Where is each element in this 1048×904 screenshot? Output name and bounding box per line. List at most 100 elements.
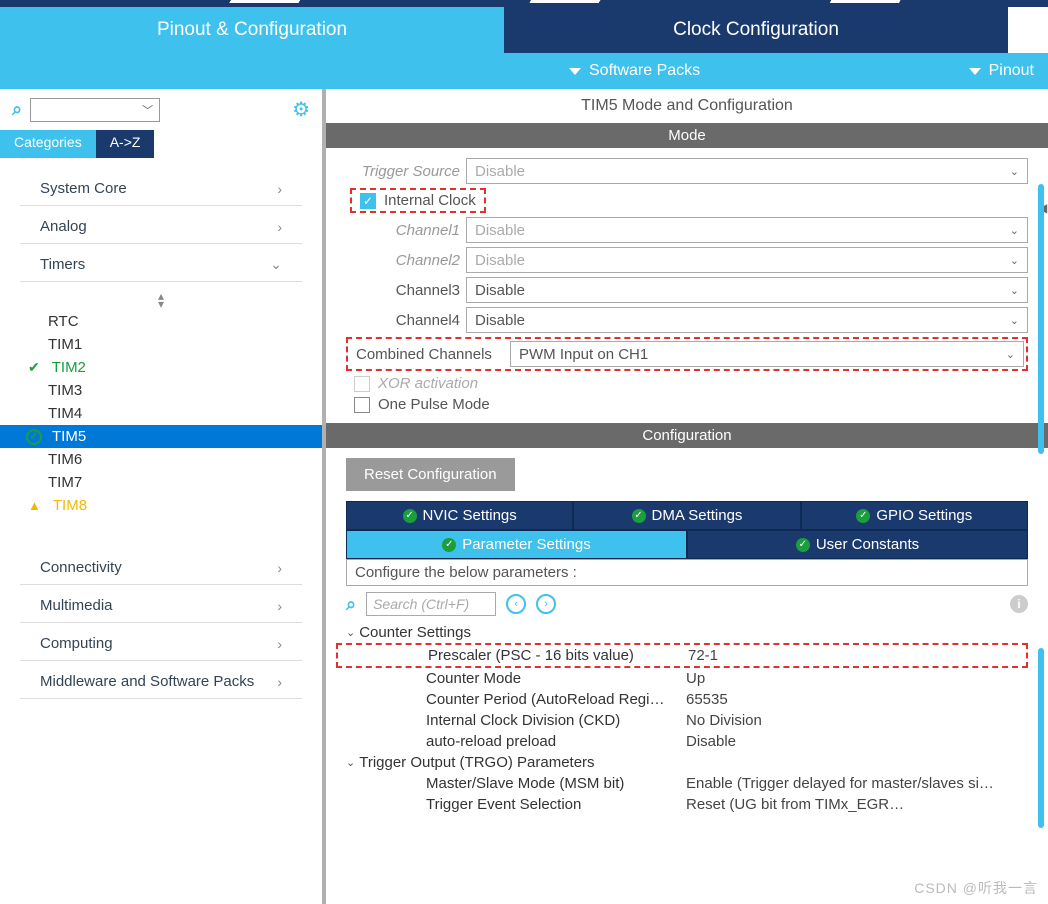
category-connectivity[interactable]: Connectivity› — [20, 551, 302, 585]
mode-area: Trigger Source Disable⌄ ✓ Internal Clock… — [326, 148, 1048, 423]
channel3-row: Channel3 Disable⌄ — [346, 277, 1028, 303]
sort-handle[interactable]: ▴▾ — [0, 290, 322, 310]
scrollbar[interactable] — [1038, 184, 1044, 454]
internal-clock-checkbox[interactable]: ✓ — [360, 193, 376, 209]
chevron-down-icon: ⌄ — [1010, 254, 1019, 267]
trgo-group[interactable]: ⌄Trigger Output (TRGO) Parameters — [346, 752, 1028, 773]
chevron-down-icon: ⌄ — [1006, 348, 1015, 361]
channel1-select[interactable]: Disable⌄ — [466, 217, 1028, 243]
panel-title: TIM5 Mode and Configuration — [326, 89, 1048, 123]
timer-tim7[interactable]: TIM7 — [0, 471, 322, 494]
tab-nvic-settings[interactable]: ✓NVIC Settings — [346, 501, 573, 530]
tab-parameter-settings[interactable]: ✓Parameter Settings — [346, 530, 687, 559]
tab-clock-configuration[interactable]: Clock Configuration — [504, 7, 1008, 53]
chevron-right-icon: › — [277, 674, 282, 690]
prev-result-button[interactable]: ‹ — [506, 594, 526, 614]
internal-clock-label: Internal Clock — [384, 192, 476, 209]
config-tabs: ✓NVIC Settings ✓DMA Settings ✓GPIO Setti… — [346, 501, 1028, 559]
preload-row[interactable]: auto-reload preloadDisable — [346, 731, 1028, 752]
prescaler-highlight: Prescaler (PSC - 16 bits value)72-1 — [336, 643, 1028, 668]
chevron-down-icon: ⌄ — [1010, 165, 1019, 178]
timer-tim6[interactable]: TIM6 — [0, 448, 322, 471]
internal-clock-row: ✓ Internal Clock — [346, 188, 1028, 213]
category-analog[interactable]: Analog› — [20, 210, 302, 244]
scrollbar[interactable] — [1038, 648, 1044, 828]
search-icon: ⌕ — [12, 99, 22, 120]
tes-row[interactable]: Trigger Event SelectionReset (UG bit fro… — [346, 794, 1028, 815]
category-multimedia[interactable]: Multimedia› — [20, 589, 302, 623]
tab-user-constants[interactable]: ✓User Constants — [687, 530, 1028, 559]
chevron-down-icon: ⌄ — [346, 756, 355, 769]
one-pulse-label: One Pulse Mode — [378, 396, 490, 413]
parameter-tree: ⌄Counter Settings Prescaler (PSC - 16 bi… — [346, 622, 1028, 815]
reset-configuration-button[interactable]: Reset Configuration — [346, 458, 515, 491]
ckd-row[interactable]: Internal Clock Division (CKD)No Division — [346, 710, 1028, 731]
trigger-source-row: Trigger Source Disable⌄ — [346, 158, 1028, 184]
check-icon: ✓ — [632, 509, 646, 523]
trigger-source-label: Trigger Source — [346, 163, 466, 180]
config-section-header: Configuration — [326, 423, 1048, 448]
chevron-right-icon: › — [277, 219, 282, 235]
chevron-down-icon: ⌄ — [1010, 224, 1019, 237]
one-pulse-row: One Pulse Mode — [346, 396, 1028, 413]
chevron-down-icon: ﹀ — [142, 102, 153, 118]
category-middleware[interactable]: Middleware and Software Packs› — [20, 665, 302, 699]
counter-mode-row[interactable]: Counter ModeUp — [346, 668, 1028, 689]
chevron-right-icon: › — [277, 181, 282, 197]
tab-dma-settings[interactable]: ✓DMA Settings — [573, 501, 800, 530]
tab-pinout-configuration[interactable]: Pinout & Configuration — [0, 7, 504, 53]
timer-tim4[interactable]: TIM4 — [0, 402, 322, 425]
combined-channels-highlight: Combined Channels PWM Input on CH1⌄ — [346, 337, 1028, 371]
chevron-down-icon: ⌄ — [270, 256, 282, 273]
channel2-select[interactable]: Disable⌄ — [466, 247, 1028, 273]
timer-tim2[interactable]: TIM2 — [0, 356, 322, 379]
right-panel: TIM5 Mode and Configuration Mode Trigger… — [326, 89, 1048, 904]
counter-settings-group[interactable]: ⌄Counter Settings — [346, 622, 1028, 643]
channel3-label: Channel3 — [346, 282, 466, 299]
combined-channels-select[interactable]: PWM Input on CH1⌄ — [510, 341, 1024, 367]
chevron-down-icon: ⌄ — [1010, 284, 1019, 297]
channel2-row: Channel2 Disable⌄ — [346, 247, 1028, 273]
counter-period-row[interactable]: Counter Period (AutoReload Regi…65535 — [346, 689, 1028, 710]
trigger-source-select[interactable]: Disable⌄ — [466, 158, 1028, 184]
peripheral-search-combo[interactable]: ﹀ — [30, 98, 160, 122]
tab-gpio-settings[interactable]: ✓GPIO Settings — [801, 501, 1028, 530]
timer-tim5[interactable]: ✓TIM5 — [0, 425, 322, 448]
timer-rtc[interactable]: RTC — [0, 310, 322, 333]
channel3-select[interactable]: Disable⌄ — [466, 277, 1028, 303]
gear-icon[interactable]: ⚙ — [292, 97, 310, 122]
tab-categories[interactable]: Categories — [0, 130, 96, 158]
left-panel: ⌕ ﹀ ⚙ Categories A->Z System Core› Analo… — [0, 89, 326, 904]
software-packs-dropdown[interactable]: Software Packs — [555, 62, 714, 80]
timer-tim1[interactable]: TIM1 — [0, 333, 322, 356]
param-search-input[interactable]: Search (Ctrl+F) — [366, 592, 496, 616]
one-pulse-checkbox[interactable] — [354, 397, 370, 413]
channel1-label: Channel1 — [346, 222, 466, 239]
check-icon: ✓ — [856, 509, 870, 523]
category-computing[interactable]: Computing› — [20, 627, 302, 661]
chevron-down-icon: ⌄ — [346, 626, 355, 639]
prescaler-row[interactable]: Prescaler (PSC - 16 bits value)72-1 — [348, 645, 1026, 666]
configure-label: Configure the below parameters : — [346, 559, 1028, 586]
xor-checkbox — [354, 376, 370, 392]
msm-row[interactable]: Master/Slave Mode (MSM bit)Enable (Trigg… — [346, 773, 1028, 794]
channel4-label: Channel4 — [346, 312, 466, 329]
timer-tim8[interactable]: TIM8 — [0, 494, 322, 517]
main-tabs: Pinout & Configuration Clock Configurati… — [0, 3, 1048, 53]
mode-section-header: Mode — [326, 123, 1048, 148]
chevron-down-icon — [569, 68, 581, 75]
tab-a-to-z[interactable]: A->Z — [96, 130, 155, 158]
category-timers[interactable]: Timers⌄ — [20, 248, 302, 282]
category-system-core[interactable]: System Core› — [20, 172, 302, 206]
check-icon: ✓ — [796, 538, 810, 552]
config-area: Reset Configuration ✓NVIC Settings ✓DMA … — [326, 448, 1048, 904]
info-icon[interactable]: i — [1010, 595, 1028, 613]
next-result-button[interactable]: › — [536, 594, 556, 614]
timer-tim3[interactable]: TIM3 — [0, 379, 322, 402]
chevron-down-icon: ⌄ — [1010, 314, 1019, 327]
chevron-right-icon: › — [277, 636, 282, 652]
pinout-label: Pinout — [989, 62, 1034, 80]
param-search-row: ⌕ Search (Ctrl+F) ‹ › i — [346, 586, 1028, 622]
channel4-select[interactable]: Disable⌄ — [466, 307, 1028, 333]
pinout-dropdown[interactable]: Pinout — [955, 62, 1048, 80]
